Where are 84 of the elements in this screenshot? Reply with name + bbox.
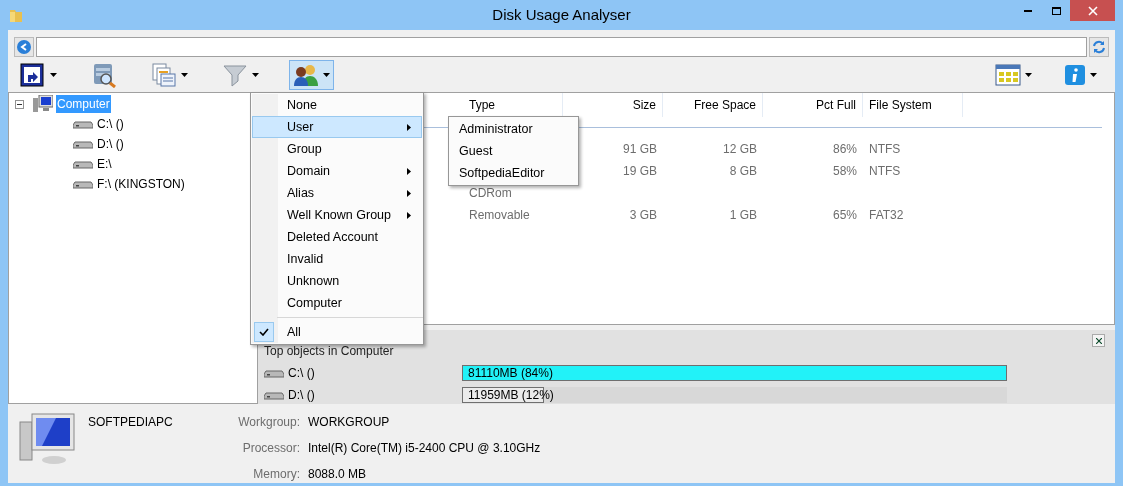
object-label: C:\ () — [288, 365, 315, 382]
table-cell-text: NTFS — [869, 163, 901, 180]
caret-icon — [1025, 73, 1032, 77]
grid-view-icon — [995, 64, 1021, 86]
computer-name: SOFTPEDIAPC — [88, 414, 174, 431]
menu-item[interactable]: Group — [252, 138, 422, 160]
caret-icon — [1090, 73, 1097, 77]
table-cell-text: CDRom — [469, 185, 512, 202]
table-cell-text: 3 GB — [629, 207, 657, 224]
table-cell-text: 91 GB — [622, 141, 657, 158]
tree-item[interactable]: D:\ () — [96, 135, 125, 153]
refresh-icon — [1092, 40, 1106, 54]
info-value: 8088.0 MB — [308, 466, 367, 483]
folder-icon — [9, 7, 23, 23]
shortcut-icon — [20, 62, 46, 88]
funnel-icon — [222, 62, 248, 88]
usage-text: 11959MB (12%) — [468, 387, 554, 403]
address-field[interactable] — [36, 37, 1087, 57]
menu-item[interactable]: Computer — [252, 292, 422, 314]
info-value: Intel(R) Core(TM) i5-2400 CPU @ 3.10GHz — [308, 440, 541, 457]
caret-icon — [181, 73, 188, 77]
refresh-button[interactable] — [1089, 37, 1109, 57]
info-label: Processor: — [241, 440, 301, 457]
submenu-arrow-icon — [407, 123, 411, 131]
usage-text: 81110MB (84%) — [468, 365, 553, 381]
submenu-arrow-icon — [407, 167, 411, 175]
column-header[interactable]: Pct Full — [763, 93, 863, 117]
drive-icon — [264, 368, 284, 378]
drive-icon — [73, 139, 93, 149]
submenu-item[interactable]: Administrator — [449, 118, 578, 140]
table-cell-text: FAT32 — [869, 207, 904, 224]
table-cell-text: 86% — [832, 141, 857, 158]
info-label: Workgroup: — [237, 414, 301, 431]
drive-icon — [73, 159, 93, 169]
info-icon — [1064, 64, 1086, 86]
drive-icon — [264, 390, 284, 400]
submenu-item[interactable]: Guest — [449, 140, 578, 162]
submenu-arrow-icon — [407, 189, 411, 197]
drive-icon — [73, 179, 93, 189]
submenu-item[interactable]: SoftpediaEditor — [449, 162, 578, 184]
documents-icon — [151, 62, 177, 88]
back-button[interactable] — [14, 37, 34, 57]
toolbar-button[interactable] — [289, 60, 334, 90]
table-cell-text: 19 GB — [622, 163, 657, 180]
drive-icon — [73, 119, 93, 129]
panel-title: Top objects in Computer — [264, 344, 394, 358]
database-search-icon — [91, 62, 117, 88]
users-icon — [293, 63, 319, 87]
caret-icon — [50, 73, 57, 77]
window-title: Disk Usage Analyser — [492, 4, 631, 25]
info-value: WORKGROUP — [308, 414, 390, 431]
collapse-toggle[interactable] — [15, 99, 24, 109]
close-icon — [1087, 5, 1098, 16]
submenu-arrow-icon — [407, 211, 411, 219]
computer-icon — [18, 412, 76, 466]
column-header[interactable]: File System — [863, 93, 963, 117]
column-header[interactable]: Free Space — [663, 93, 763, 117]
menu-item[interactable]: Deleted Account — [252, 226, 422, 248]
tree-item[interactable]: E:\ — [96, 155, 113, 173]
table-cell-text: Removable — [469, 207, 530, 224]
menu-item[interactable]: User — [252, 116, 422, 138]
object-label: D:\ () — [288, 387, 315, 404]
table-cell-text: 1 GB — [729, 207, 757, 224]
check-icon — [259, 328, 269, 336]
table-cell-text: 65% — [832, 207, 857, 224]
menu-item[interactable]: Domain — [252, 160, 422, 182]
menu-item[interactable]: Alias — [252, 182, 422, 204]
computer-icon — [33, 95, 53, 113]
tree-item[interactable]: F:\ (KINGSTON) — [96, 175, 186, 193]
table-cell-text: 8 GB — [729, 163, 757, 180]
table-cell-text: 58% — [832, 163, 857, 180]
menu-item[interactable]: Well Known Group — [252, 204, 422, 226]
table-cell-text: NTFS — [869, 141, 901, 158]
info-label: Memory: — [252, 466, 301, 483]
menu-item[interactable]: None — [252, 94, 422, 116]
tree-item[interactable]: C:\ () — [96, 115, 125, 133]
close-icon — [1095, 337, 1102, 344]
caret-icon — [252, 73, 259, 77]
menu-item[interactable]: Unknown — [252, 270, 422, 292]
menu-item[interactable]: Invalid — [252, 248, 422, 270]
table-cell-text: 12 GB — [722, 141, 757, 158]
close-panel-button[interactable] — [1092, 334, 1105, 347]
menu-item[interactable]: All — [252, 321, 422, 343]
caret-icon — [323, 73, 330, 77]
